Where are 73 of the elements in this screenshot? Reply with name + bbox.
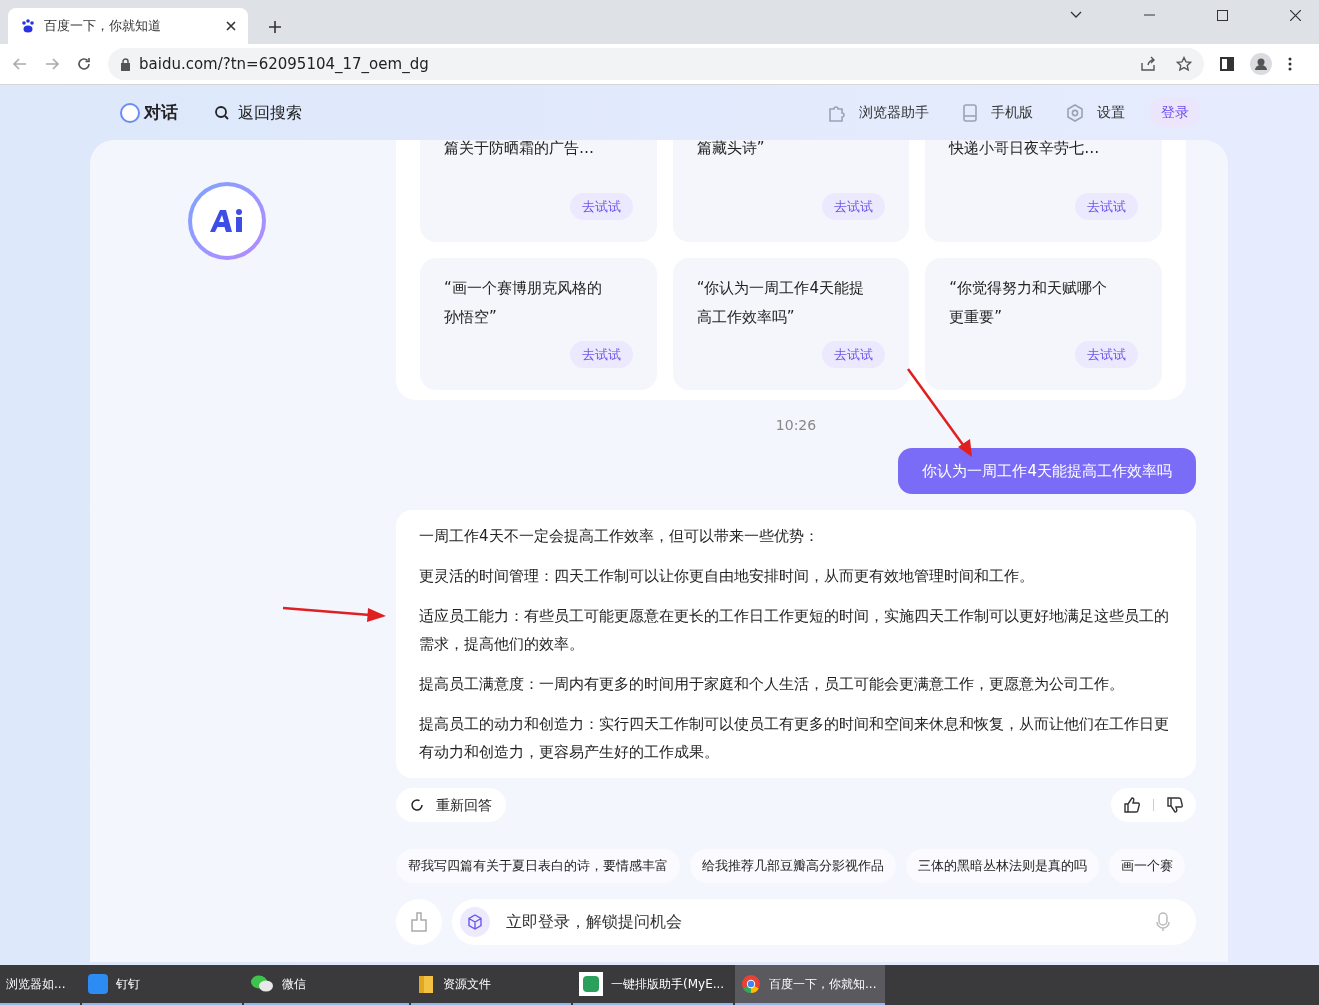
taskbar-item[interactable]: 浏览器如... [0,965,80,1005]
prompt-card[interactable]: 快递小哥日夜辛劳七… 去试试 [925,140,1162,242]
new-tab-icon[interactable] [268,20,282,34]
app-icon [88,974,108,994]
suggestion-chip[interactable]: 画一个赛 [1109,849,1185,883]
login-button[interactable]: 登录 [1149,98,1201,127]
folder-icon [417,974,435,994]
answer-paragraph: 更灵活的时间管理：四天工作制可以让你更自由地安排时间，从而更有效地管理时间和工作。 [419,566,1035,587]
input-field[interactable]: 立即登录，解锁提问机会 [506,910,1140,934]
try-button[interactable]: 去试试 [569,340,633,368]
reload-icon[interactable] [76,56,92,72]
prompt-card[interactable]: “你觉得努力和天赋哪个 更重要” 去试试 [925,258,1162,390]
tab-title: 百度一下，你就知道 [44,17,162,36]
sidebar-icon[interactable] [1220,57,1234,71]
browser-icon [741,974,761,994]
taskbar-item[interactable]: 百度一下，你就知... [735,965,885,1005]
prompt-text: 篇关于防晒霜的广告… [444,140,595,159]
header-link[interactable]: 手机版 [961,102,1033,123]
taskbar-item[interactable]: 微信 [244,965,409,1005]
answer-paragraph: 适应员工能力：有些员工可能更愿意在更长的工作日工作更短的时间，实施四天工作制可以更好地满足这些员工的需求，提高他们的效率。 [419,606,1170,655]
maximize-icon[interactable] [1217,9,1228,21]
regenerate-button[interactable]: 重新回答 [396,788,506,822]
try-button[interactable]: 去试试 [822,340,886,368]
profile-icon[interactable] [1250,53,1272,75]
thumbs-down-icon[interactable] [1166,796,1184,814]
phone-icon [961,102,979,123]
try-button[interactable]: 去试试 [1075,192,1138,220]
prompt-text: “画一个赛博朋克风格的 孙悟空” [444,278,603,328]
suggestion-chip[interactable]: 三体的黑暗丛林法则是真的吗 [906,849,1099,883]
suggestion-chip[interactable]: 给我推荐几部豆瓣高分影视作品 [690,849,896,883]
back-to-search-link[interactable]: 返回搜索 [238,100,302,125]
header-link[interactable]: 设置 [1065,102,1125,123]
thumbs-up-icon[interactable] [1123,796,1141,814]
prompt-card[interactable]: “画一个赛博朋克风格的 孙悟空” 去试试 [420,258,657,390]
chat-bubbles-icon [250,974,274,994]
answer-paragraph: 提高员工满意度：一周内有更多的时间用于家庭和个人生活，员工可能会更满意工作，更愿意为公司工作。 [419,674,1125,695]
try-button[interactable]: 去试试 [569,192,633,220]
taskbar-item[interactable]: 资源文件 [411,965,571,1005]
prompt-card[interactable]: “你认为一周工作4天能提 高工作效率吗” 去试试 [672,258,910,390]
try-button[interactable]: 去试试 [1075,340,1138,368]
suggestion-chip[interactable]: 帮我写四篇有关于夏日表白的诗，要情感丰富 [396,849,680,883]
timestamp: 10:26 [775,417,817,433]
address-bar[interactable]: baidu.com/?tn=62095104_17_oem_dg [108,48,1204,80]
close-icon[interactable] [226,21,236,31]
lock-icon [120,57,131,71]
try-button[interactable]: 去试试 [822,192,886,220]
settings-icon [1065,102,1085,123]
more-icon[interactable] [1288,57,1292,71]
chevron-down-icon[interactable] [1070,11,1082,19]
header-link[interactable]: 浏览器助手 [827,102,929,123]
search-icon [214,104,230,121]
taskbar-item[interactable]: 钉钉 [82,965,242,1005]
input-bar[interactable]: 立即登录，解锁提问机会 [452,899,1196,945]
prompt-card[interactable]: 篇关于防晒霜的广告… 去试试 [420,140,657,242]
browser-tab[interactable]: 百度一下，你就知道 [8,8,248,44]
close-icon[interactable] [1290,9,1301,21]
prompt-text: 篇藏头诗” [696,140,766,159]
answer-paragraph: 一周工作4天不一定会提高工作效率，但可以带来一些优势： [419,526,820,547]
share-icon[interactable] [1140,56,1156,72]
taskbar-item[interactable]: 一键排版助手(MyE... [573,965,733,1005]
star-icon[interactable] [1176,56,1192,72]
prompt-text: “你觉得努力和天赋哪个 更重要” [949,278,1109,328]
answer-paragraph: 提高员工的动力和创造力：实行四天工作制可以使员工有更多的时间和空间来休息和恢复，从而让他们在工作日更有动力和创造力，更容易产生好的工作成果。 [419,714,1170,763]
prompt-card[interactable]: 篇藏头诗” 去试试 [672,140,910,242]
refresh-icon [410,798,424,812]
user-message: 你认为一周工作4天能提高工作效率吗 [898,448,1196,494]
paw-icon [20,18,36,34]
url-text: baidu.com/?tn=62095104_17_oem_dg [139,53,430,75]
app-icon [579,972,603,996]
chat-title[interactable]: 对话 [144,99,178,126]
prompt-text: “你认为一周工作4天能提 高工作效率吗” [696,278,865,328]
cube-icon [460,907,490,937]
prompt-text: 快递小哥日夜辛劳七… [949,140,1101,159]
